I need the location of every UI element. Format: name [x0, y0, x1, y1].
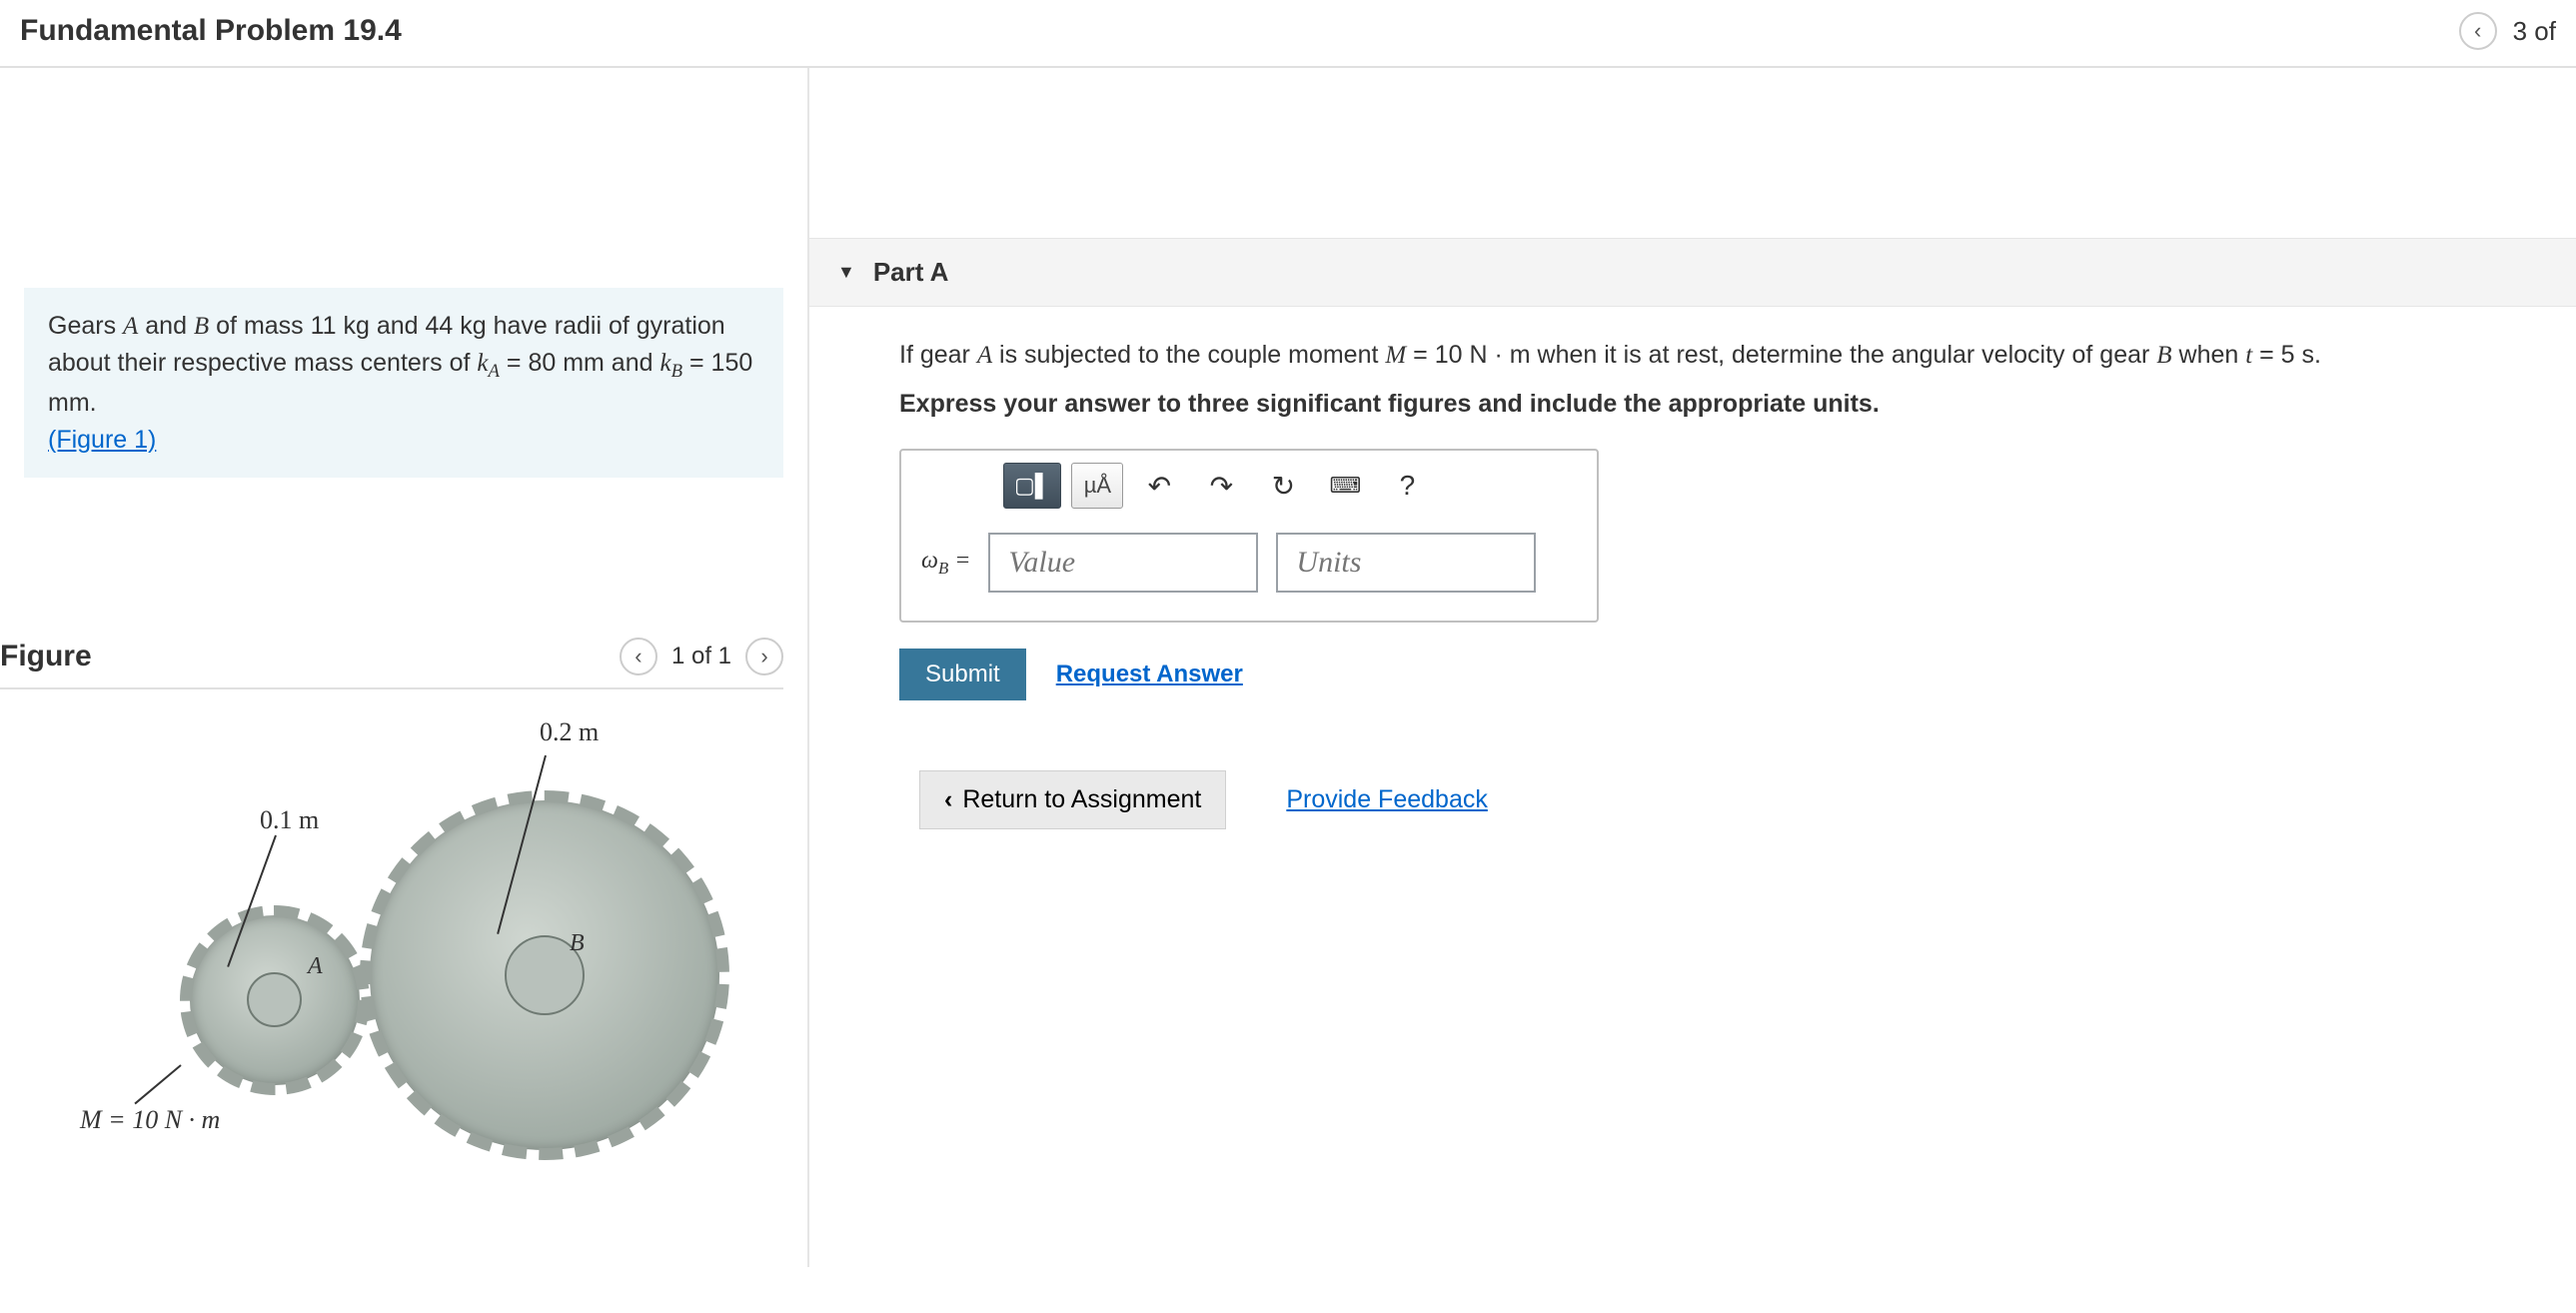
var-B: B [194, 313, 209, 340]
keyboard-icon: ⌨ [1329, 473, 1361, 499]
figure-next-button[interactable]: › [745, 638, 783, 675]
help-button[interactable]: ? [1381, 463, 1433, 509]
units-symbol-button[interactable]: µÅ [1071, 463, 1123, 509]
chevron-right-icon: › [760, 644, 767, 669]
var-kB: k [659, 350, 670, 377]
figure-pager: ‹ 1 of 1 › [620, 638, 783, 675]
help-icon: ? [1400, 470, 1416, 502]
dim-a-label: 0.1 m [260, 805, 319, 835]
t: If gear [899, 341, 977, 369]
text: = 80 mm [500, 349, 605, 377]
t: = 10 N · m [1406, 341, 1530, 369]
undo-icon: ↶ [1148, 470, 1171, 503]
templates-icon: ▢▌ [1014, 473, 1050, 499]
footer-row: ‹ Return to Assignment Provide Feedback [919, 770, 2536, 829]
sub: B [671, 361, 682, 382]
omega: ω [921, 548, 938, 574]
text: Gears [48, 312, 123, 340]
figure-heading: Figure [0, 640, 92, 673]
hub-a [247, 972, 302, 1027]
var-M: M [1385, 342, 1406, 369]
answer-box: ▢▌ µÅ ↶ ↷ ↻ ⌨ ? ωB = [899, 449, 1599, 623]
answer-toolbar: ▢▌ µÅ ↶ ↷ ↻ ⌨ ? [991, 451, 1597, 521]
var-A: A [977, 342, 992, 369]
return-button[interactable]: ‹ Return to Assignment [919, 770, 1226, 829]
dim-b-label: 0.2 m [540, 717, 599, 747]
chevron-left-icon: ‹ [2474, 18, 2481, 44]
header-nav: ‹ 3 of [2459, 12, 2556, 50]
figure-prev-button[interactable]: ‹ [620, 638, 657, 675]
prev-problem-button[interactable]: ‹ [2459, 12, 2497, 50]
part-a-header[interactable]: ▼ Part A [809, 238, 2576, 307]
omega-sub: B [938, 559, 948, 578]
content: Gears A and B of mass 11 kg and 44 kg ha… [0, 68, 2576, 1267]
triangle-down-icon: ▼ [837, 262, 855, 283]
gear-a-label: A [308, 953, 323, 980]
omega-label: ωB = [921, 548, 970, 579]
page-header: Fundamental Problem 19.4 ‹ 3 of [0, 0, 2576, 68]
part-a-title: Part A [873, 257, 949, 288]
figure-header: Figure ‹ 1 of 1 › [0, 638, 783, 689]
reset-icon: ↻ [1272, 470, 1295, 503]
var-kA: k [477, 350, 488, 377]
t: is subjected to the couple moment [992, 341, 1385, 369]
moment-leader [134, 1064, 181, 1104]
sub: A [488, 361, 499, 382]
answer-input-row: ωB = [901, 521, 1597, 593]
provide-feedback-link[interactable]: Provide Feedback [1286, 785, 1488, 814]
submit-row: Submit Request Answer [899, 649, 2536, 700]
t: when it is at rest, determine the angula… [1531, 341, 2157, 369]
request-answer-link[interactable]: Request Answer [1056, 660, 1243, 688]
var-A: A [123, 313, 138, 340]
var-B: B [2156, 342, 2171, 369]
problem-statement: Gears A and B of mass 11 kg and 44 kg ha… [24, 288, 783, 478]
equals: = [948, 548, 970, 574]
figure-link[interactable]: (Figure 1) [48, 426, 156, 454]
value-input[interactable] [988, 533, 1258, 593]
undo-button[interactable]: ↶ [1133, 463, 1185, 509]
t: = 5 s. [2252, 341, 2321, 369]
keyboard-button[interactable]: ⌨ [1319, 463, 1371, 509]
mu-angstrom-icon: µÅ [1084, 473, 1111, 499]
figure-canvas: 0.1 m 0.2 m A B M = 10 N · m [40, 705, 759, 1165]
right-column: ▼ Part A If gear A is subjected to the c… [809, 68, 2576, 1267]
part-a-body: If gear A is subjected to the couple mom… [809, 307, 2576, 869]
text: and [138, 312, 194, 340]
templates-button[interactable]: ▢▌ [1003, 463, 1061, 509]
units-input[interactable] [1276, 533, 1536, 593]
reset-button[interactable]: ↻ [1257, 463, 1309, 509]
text: and [605, 349, 660, 377]
redo-button[interactable]: ↷ [1195, 463, 1247, 509]
page-indicator: 3 of [2513, 16, 2556, 47]
instruction-line: Express your answer to three significant… [899, 390, 2536, 419]
figure-page-text: 1 of 1 [671, 643, 731, 670]
chevron-left-icon: ‹ [635, 644, 642, 669]
return-label: Return to Assignment [962, 785, 1201, 814]
submit-button[interactable]: Submit [899, 649, 1026, 700]
left-column: Gears A and B of mass 11 kg and 44 kg ha… [0, 68, 809, 1267]
part-a-prompt: If gear A is subjected to the couple mom… [899, 337, 2536, 374]
chevron-left-icon: ‹ [944, 785, 952, 814]
gear-b-label: B [570, 930, 585, 957]
moment-label: M = 10 N · m [80, 1105, 220, 1135]
problem-title: Fundamental Problem 19.4 [20, 14, 402, 48]
redo-icon: ↷ [1210, 470, 1233, 503]
t: when [2172, 341, 2246, 369]
